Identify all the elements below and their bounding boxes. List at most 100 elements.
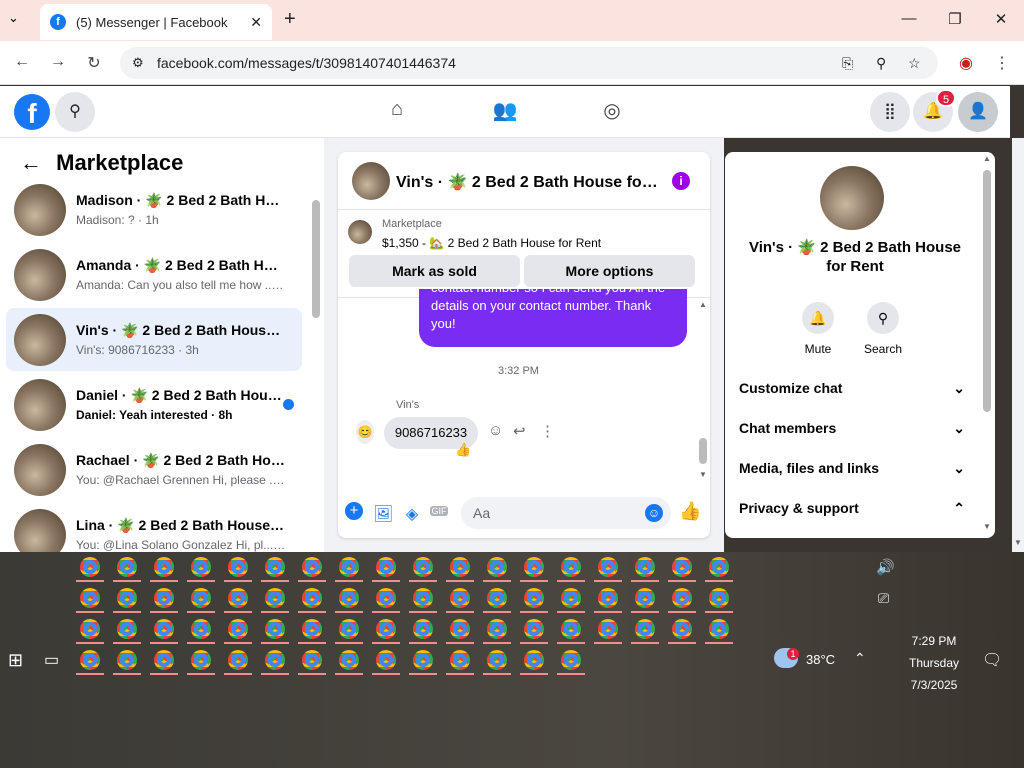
taskbar-app-icon[interactable]	[446, 588, 474, 613]
taskbar-app-icon[interactable]	[705, 557, 733, 582]
taskbar-app-icon[interactable]	[446, 557, 474, 582]
scroll-down-icon[interactable]: ▼	[699, 470, 707, 479]
chat-avatar[interactable]	[352, 162, 390, 200]
taskbar-app-icon[interactable]	[705, 619, 733, 644]
new-tab-icon[interactable]: +	[284, 8, 296, 31]
taskbar-app-icon[interactable]	[113, 650, 141, 675]
network-icon[interactable]: ⎚	[878, 590, 889, 607]
sender-avatar[interactable]: 😊	[356, 420, 374, 444]
taskbar-app-icon[interactable]	[409, 619, 437, 644]
taskbar-app-icon[interactable]	[76, 650, 104, 675]
bookmark-star-icon[interactable]: ☆	[908, 47, 921, 79]
forward-icon[interactable]: →	[46, 53, 70, 71]
sidebar-scrollbar[interactable]	[312, 200, 320, 318]
details-section-row[interactable]: Media, files and links ⌄	[739, 460, 965, 477]
clock[interactable]: 7:29 PM Thursday 7/3/2025	[904, 630, 964, 696]
taskbar-app-icon[interactable]	[594, 619, 622, 644]
taskbar-app-icon[interactable]	[298, 588, 326, 613]
taskbar-app-icon[interactable]	[520, 650, 548, 675]
more-options-button[interactable]: More options	[524, 255, 695, 287]
taskbar-app-icon[interactable]	[224, 650, 252, 675]
taskbar-app-icon[interactable]	[224, 619, 252, 644]
taskbar-app-icon[interactable]	[113, 588, 141, 613]
like-thumbs-up-icon[interactable]: 👍	[679, 501, 701, 522]
taskbar-app-icon[interactable]	[446, 619, 474, 644]
windows-start-icon[interactable]: ⊞	[8, 650, 23, 671]
taskbar-app-icon[interactable]	[557, 619, 585, 644]
taskbar-app-icon[interactable]	[520, 588, 548, 613]
search-conversation-button[interactable]: ⚲ Search	[858, 302, 908, 356]
details-section-row[interactable]: Privacy & support ⌃	[739, 500, 965, 517]
taskbar-app-icon[interactable]	[631, 619, 659, 644]
taskbar-app-icon[interactable]	[668, 557, 696, 582]
taskbar-app-icon[interactable]	[187, 650, 215, 675]
home-icon[interactable]: ⌂	[382, 98, 412, 121]
taskbar-app-icon[interactable]	[409, 650, 437, 675]
info-icon[interactable]: i	[672, 172, 690, 190]
reload-icon[interactable]: ↻	[82, 53, 106, 73]
reply-icon[interactable]: ↩	[513, 422, 526, 440]
taskbar-app-icon[interactable]	[150, 650, 178, 675]
tray-expand-icon[interactable]: ⌃	[854, 650, 866, 667]
taskbar-app-icon[interactable]	[76, 557, 104, 582]
taskbar-app-icon[interactable]	[113, 619, 141, 644]
maximize-icon[interactable]: ❐	[940, 10, 970, 28]
taskbar-app-icon[interactable]	[705, 588, 733, 613]
search-icon[interactable]: ⚲	[55, 92, 95, 132]
details-scroll-up-icon[interactable]: ▲	[983, 154, 991, 163]
emoji-icon[interactable]: ☺	[645, 504, 663, 522]
details-scrollbar[interactable]	[983, 170, 991, 412]
taskbar-app-icon[interactable]	[409, 557, 437, 582]
taskbar-app-icon[interactable]	[483, 557, 511, 582]
taskbar-app-icon[interactable]	[76, 588, 104, 613]
taskbar-app-icon[interactable]	[557, 650, 585, 675]
taskbar-app-icon[interactable]	[261, 650, 289, 675]
browser-menu-icon[interactable]: ⋮	[990, 53, 1014, 73]
taskbar-app-icon[interactable]	[76, 619, 104, 644]
react-icon[interactable]: ☺	[488, 422, 503, 439]
close-window-icon[interactable]: ✕	[986, 10, 1016, 28]
zoom-icon[interactable]: ⚲	[876, 47, 886, 79]
conversation-item[interactable]: Amanda · 🪴 2 Bed 2 Bath Hous... Amanda: C…	[6, 243, 302, 306]
mark-as-sold-button[interactable]: Mark as sold	[349, 255, 520, 287]
back-arrow-icon[interactable]: ←	[20, 150, 42, 175]
details-section-row[interactable]: Customize chat ⌄	[739, 380, 965, 397]
browser-tab[interactable]: f (5) Messenger | Facebook ✕	[40, 4, 272, 40]
taskbar-app-icon[interactable]	[409, 588, 437, 613]
chat-scrollbar[interactable]	[699, 438, 707, 464]
taskbar-app-icon[interactable]	[631, 588, 659, 613]
taskbar-app-icon[interactable]	[150, 588, 178, 613]
taskbar-app-icon[interactable]	[372, 650, 400, 675]
taskbar-app-icon[interactable]	[150, 619, 178, 644]
chat-title[interactable]: Vin's · 🪴 2 Bed 2 Bath House for Re...	[396, 172, 658, 192]
conversation-item[interactable]: Vin's · 🪴 2 Bed 2 Bath House fo... Vin's:…	[6, 308, 302, 371]
taskbar-app-icon[interactable]	[187, 588, 215, 613]
taskbar-app-icon[interactable]	[372, 588, 400, 613]
taskbar-app-icon[interactable]	[631, 557, 659, 582]
details-avatar[interactable]	[820, 166, 884, 230]
taskbar-app-icon[interactable]	[668, 588, 696, 613]
taskbar-app-icon[interactable]	[520, 619, 548, 644]
friends-icon[interactable]: 👥	[490, 98, 520, 123]
groups-icon[interactable]: ◎	[597, 98, 627, 123]
conversation-item[interactable]: Daniel · 🪴 2 Bed 2 Bath Hous... Daniel: Y…	[6, 373, 302, 436]
taskbar-app-icon[interactable]	[483, 619, 511, 644]
message-input[interactable]: Aa ☺	[461, 497, 671, 529]
taskbar-app-icon[interactable]	[372, 557, 400, 582]
taskbar-app-icon[interactable]	[335, 588, 363, 613]
details-section-row[interactable]: Chat members ⌄	[739, 420, 965, 437]
menu-grid-icon[interactable]: ⣿	[870, 92, 910, 132]
taskbar-app-icon[interactable]	[113, 557, 141, 582]
minimize-icon[interactable]: —	[894, 10, 924, 27]
taskbar-app-icon[interactable]	[594, 557, 622, 582]
gif-icon[interactable]: GIF	[430, 506, 448, 516]
taskbar-app-icon[interactable]	[483, 588, 511, 613]
taskbar-app-icon[interactable]	[298, 650, 326, 675]
taskbar-app-icon[interactable]	[298, 619, 326, 644]
conversation-item[interactable]: Rachael · 🪴 2 Bed 2 Bath Hous... You: @Ra…	[6, 438, 302, 501]
taskbar-app-icon[interactable]	[261, 619, 289, 644]
scroll-up-icon[interactable]: ▲	[699, 300, 707, 309]
listing-price-title[interactable]: $1,350 - 🏡 2 Bed 2 Bath House for Rent	[382, 236, 601, 250]
message-reaction[interactable]: 👍	[455, 442, 471, 458]
taskbar-app-icon[interactable]	[668, 619, 696, 644]
